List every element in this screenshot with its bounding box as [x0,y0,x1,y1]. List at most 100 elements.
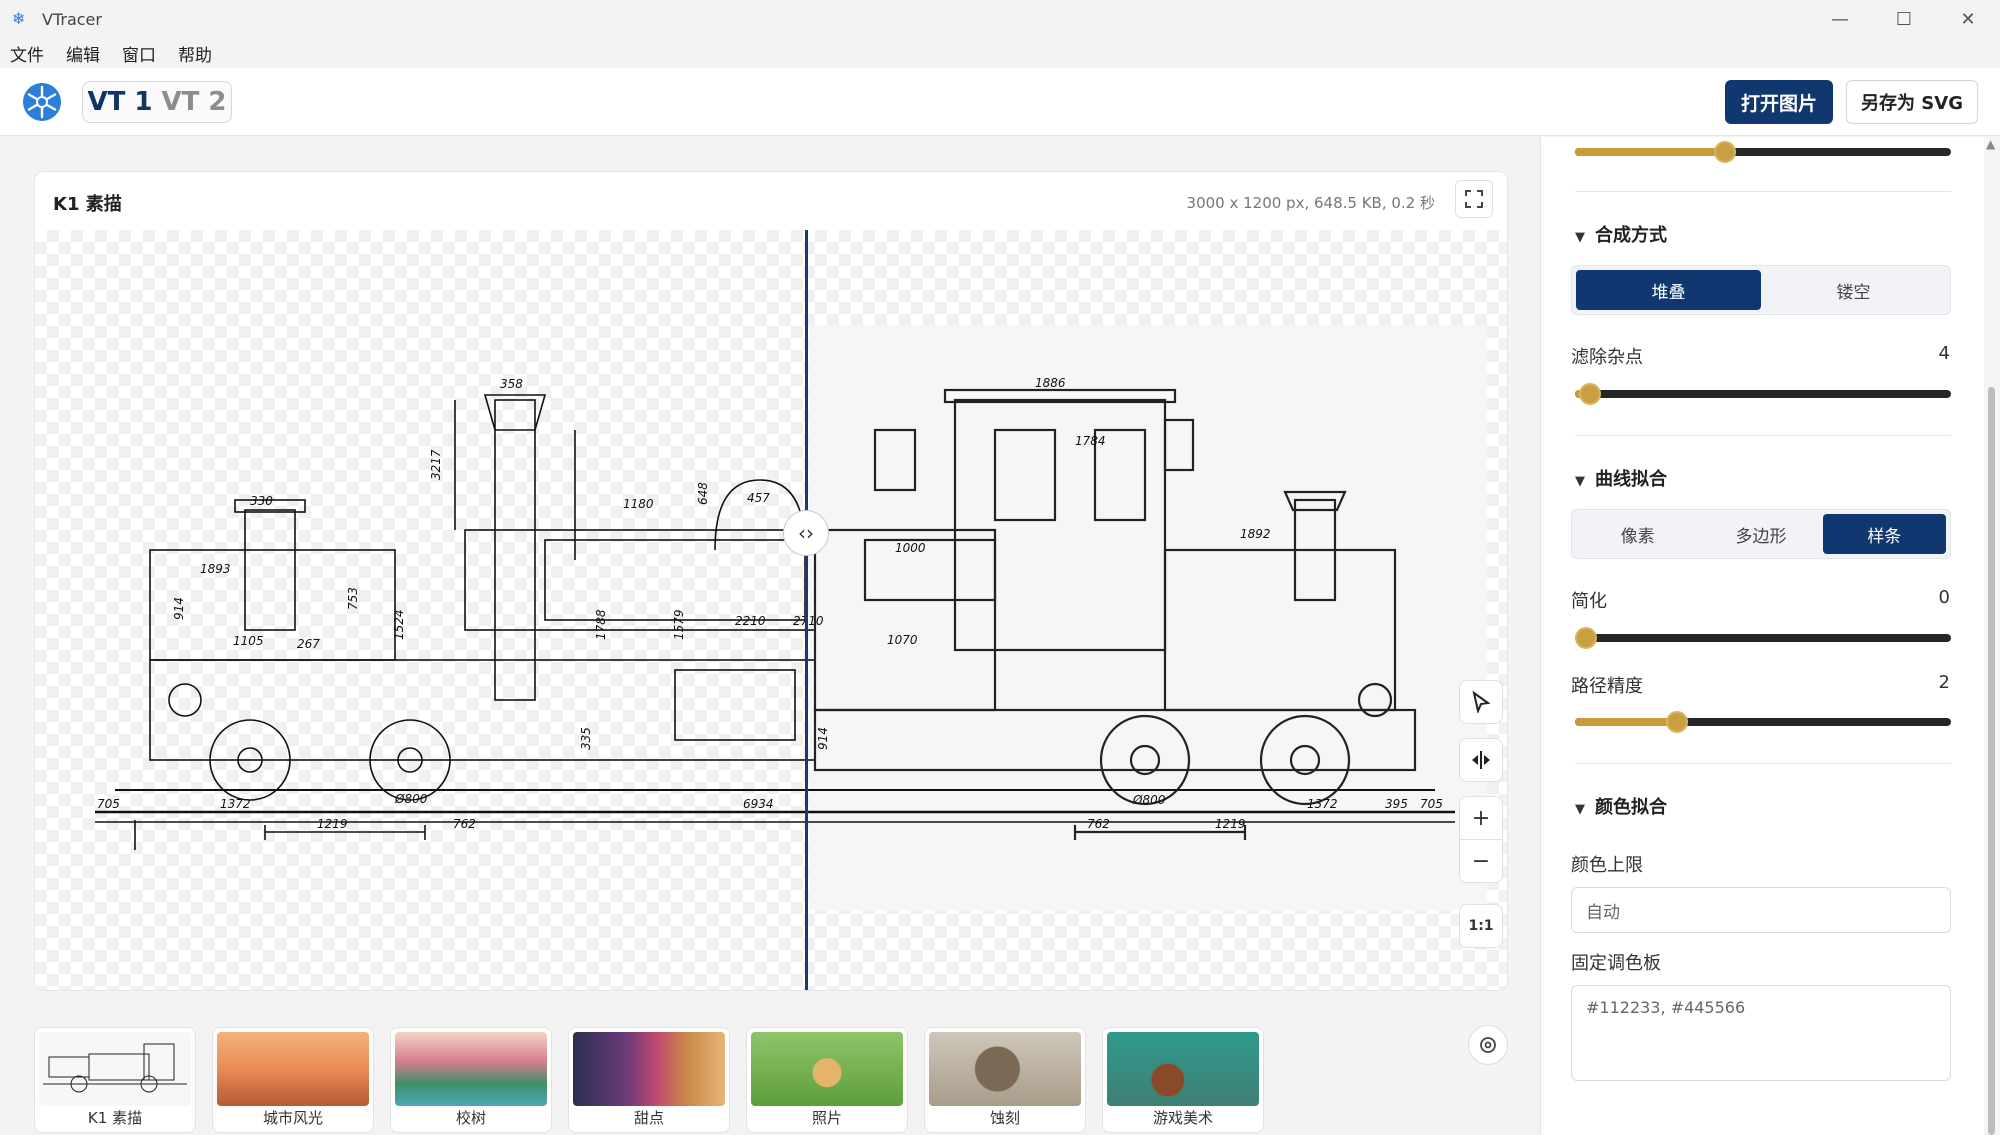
dim-label: 3217 [429,449,443,480]
dim-label: 648 [696,482,710,505]
sample-label: 城市风光 [262,1109,323,1127]
dim-label: Ø800 [1132,793,1166,807]
dim-label: 1784 [1075,434,1106,448]
sample-label: 照片 [811,1109,842,1127]
menu-file[interactable]: 文件 [10,41,44,66]
slider-knob[interactable] [1714,141,1737,163]
title-bar: ❄ VTracer — ☐ ✕ [0,0,2000,38]
scrollbar-thumb[interactable] [1988,387,1995,1135]
vtracer-logo-icon [23,83,61,121]
compare-handle[interactable]: ‹› [783,510,829,556]
dim-label: 705 [97,797,120,811]
scroll-up-icon[interactable]: ▲ [1986,137,1995,151]
image-meta: 3000 x 1200 px, 648.5 KB, 0.2 秒 [1186,194,1435,212]
open-image-button[interactable]: 打开图片 [1725,80,1833,124]
window-controls: — ☐ ✕ [1808,0,2000,38]
filter-speckle-label: 滤除杂点 [1571,347,1643,368]
section-divider [1575,435,1951,436]
composite-mode-segment: 堆叠 镂空 [1571,265,1951,315]
section-title-text: 颜色拟合 [1595,797,1667,818]
settings-panel: ▼ 合成方式 堆叠 镂空 滤除杂点 4 ▼ 曲线拟合 像素 多边形 样条 简化 0 … [1540,137,1984,1135]
filter-speckle-slider[interactable] [1575,379,1951,409]
compare-tool-button[interactable] [1459,738,1503,782]
menu-help[interactable]: 帮助 [178,41,212,66]
slider-knob[interactable] [1665,711,1688,733]
path-precision-slider[interactable] [1575,707,1951,737]
sample-cityscape[interactable]: 城市风光 [212,1027,374,1133]
dim-label: 753 [346,587,360,610]
vt2-option[interactable]: VT 2 [157,87,231,117]
caret-down-icon: ▼ [1575,230,1585,245]
dim-label: 395 [1385,797,1408,811]
top-slider[interactable] [1575,137,1951,167]
curve-pixel-option[interactable]: 像素 [1576,514,1699,554]
sample-image [1107,1032,1259,1106]
dim-label: 762 [453,817,476,831]
main-area: K1 素描 3000 x 1200 px, 648.5 KB, 0.2 秒 35… [0,137,1540,1135]
slider-knob[interactable] [1575,627,1597,649]
sample-image [573,1032,725,1106]
zoom-in-button[interactable]: + [1459,796,1503,840]
dim-label: 914 [172,597,186,620]
simplify-value: 0 [1938,587,1950,608]
dim-label: 1070 [887,633,918,647]
sample-photo[interactable]: 照片 [746,1027,908,1133]
zoom-out-button[interactable]: − [1459,839,1503,883]
maximize-button[interactable]: ☐ [1872,0,1936,38]
curve-mode-segment: 像素 多边形 样条 [1571,509,1951,559]
slider-knob[interactable] [1579,383,1602,405]
panel-scrollbar[interactable]: ▲ [1984,137,2000,1135]
slider-track [1575,634,1951,642]
menu-edit[interactable]: 编辑 [66,41,100,66]
sample-trees[interactable]: 校树 [390,1027,552,1133]
vt1-option[interactable]: VT 1 [83,87,157,117]
gallery-settings-button[interactable] [1468,1025,1508,1065]
sample-dessert[interactable]: 甜点 [568,1027,730,1133]
sample-k1-sketch[interactable]: K1 素描 [34,1027,196,1133]
dim-label: 1788 [594,609,608,640]
palette-textarea[interactable]: #112233, #445566 [1571,985,1951,1081]
sample-label: 甜点 [633,1109,664,1127]
toolbar: VT 1 VT 2 打开图片 另存为 SVG [0,68,2000,136]
curve-polygon-option[interactable]: 多边形 [1699,514,1822,554]
dim-label: 1579 [672,609,686,640]
sample-etching[interactable]: 蚀刻 [924,1027,1086,1133]
preview-title: K1 素描 [53,194,122,215]
dim-label: 1219 [1215,817,1246,831]
curve-section-title[interactable]: ▼ 曲线拟合 [1575,465,1667,491]
close-button[interactable]: ✕ [1936,0,2000,38]
dim-label: 1105 [233,634,264,648]
fullscreen-button[interactable] [1455,180,1493,218]
color-max-input[interactable]: 自动 [1571,887,1951,933]
composite-section-title[interactable]: ▼ 合成方式 [1575,221,1667,247]
minimize-button[interactable]: — [1808,0,1872,38]
composite-stacked-option[interactable]: 堆叠 [1576,270,1761,310]
sample-game-art[interactable]: 游戏美术 [1102,1027,1264,1133]
cursor-icon [1472,691,1491,713]
split-view-icon [1472,751,1490,769]
preview-card: K1 素描 3000 x 1200 px, 648.5 KB, 0.2 秒 35… [34,171,1508,991]
dim-label: 335 [579,727,593,750]
select-tool-button[interactable] [1459,680,1503,724]
locomotive-drawing: 358 3217 330 1893 914 753 1105 267 1524 … [95,376,1455,850]
curve-spline-option[interactable]: 样条 [1822,514,1946,554]
simplify-slider[interactable] [1575,623,1951,653]
menu-window[interactable]: 窗口 [122,41,156,66]
slider-track [1575,390,1951,398]
composite-cutout-option[interactable]: 镂空 [1761,270,1946,310]
color-max-label: 颜色上限 [1571,855,1643,876]
compare-divider[interactable] [805,230,808,990]
dim-label: 330 [250,494,273,508]
caret-down-icon: ▼ [1575,802,1585,817]
sample-label: K1 素描 [87,1109,143,1127]
plus-icon: + [1471,805,1491,831]
compare-canvas[interactable]: 358 3217 330 1893 914 753 1105 267 1524 … [35,230,1507,990]
save-svg-button[interactable]: 另存为 SVG [1846,80,1978,124]
color-section-title[interactable]: ▼ 颜色拟合 [1575,793,1667,819]
zoom-reset-button[interactable]: 1:1 [1459,904,1503,948]
sample-gallery: K1 素描 城市风光 校树 甜点 照片 蚀刻 游戏美术 [34,1027,1280,1135]
dim-label: Ø800 [394,792,428,806]
section-title-text: 合成方式 [1595,225,1667,246]
fullscreen-icon [1465,190,1483,208]
sample-image [39,1032,191,1106]
